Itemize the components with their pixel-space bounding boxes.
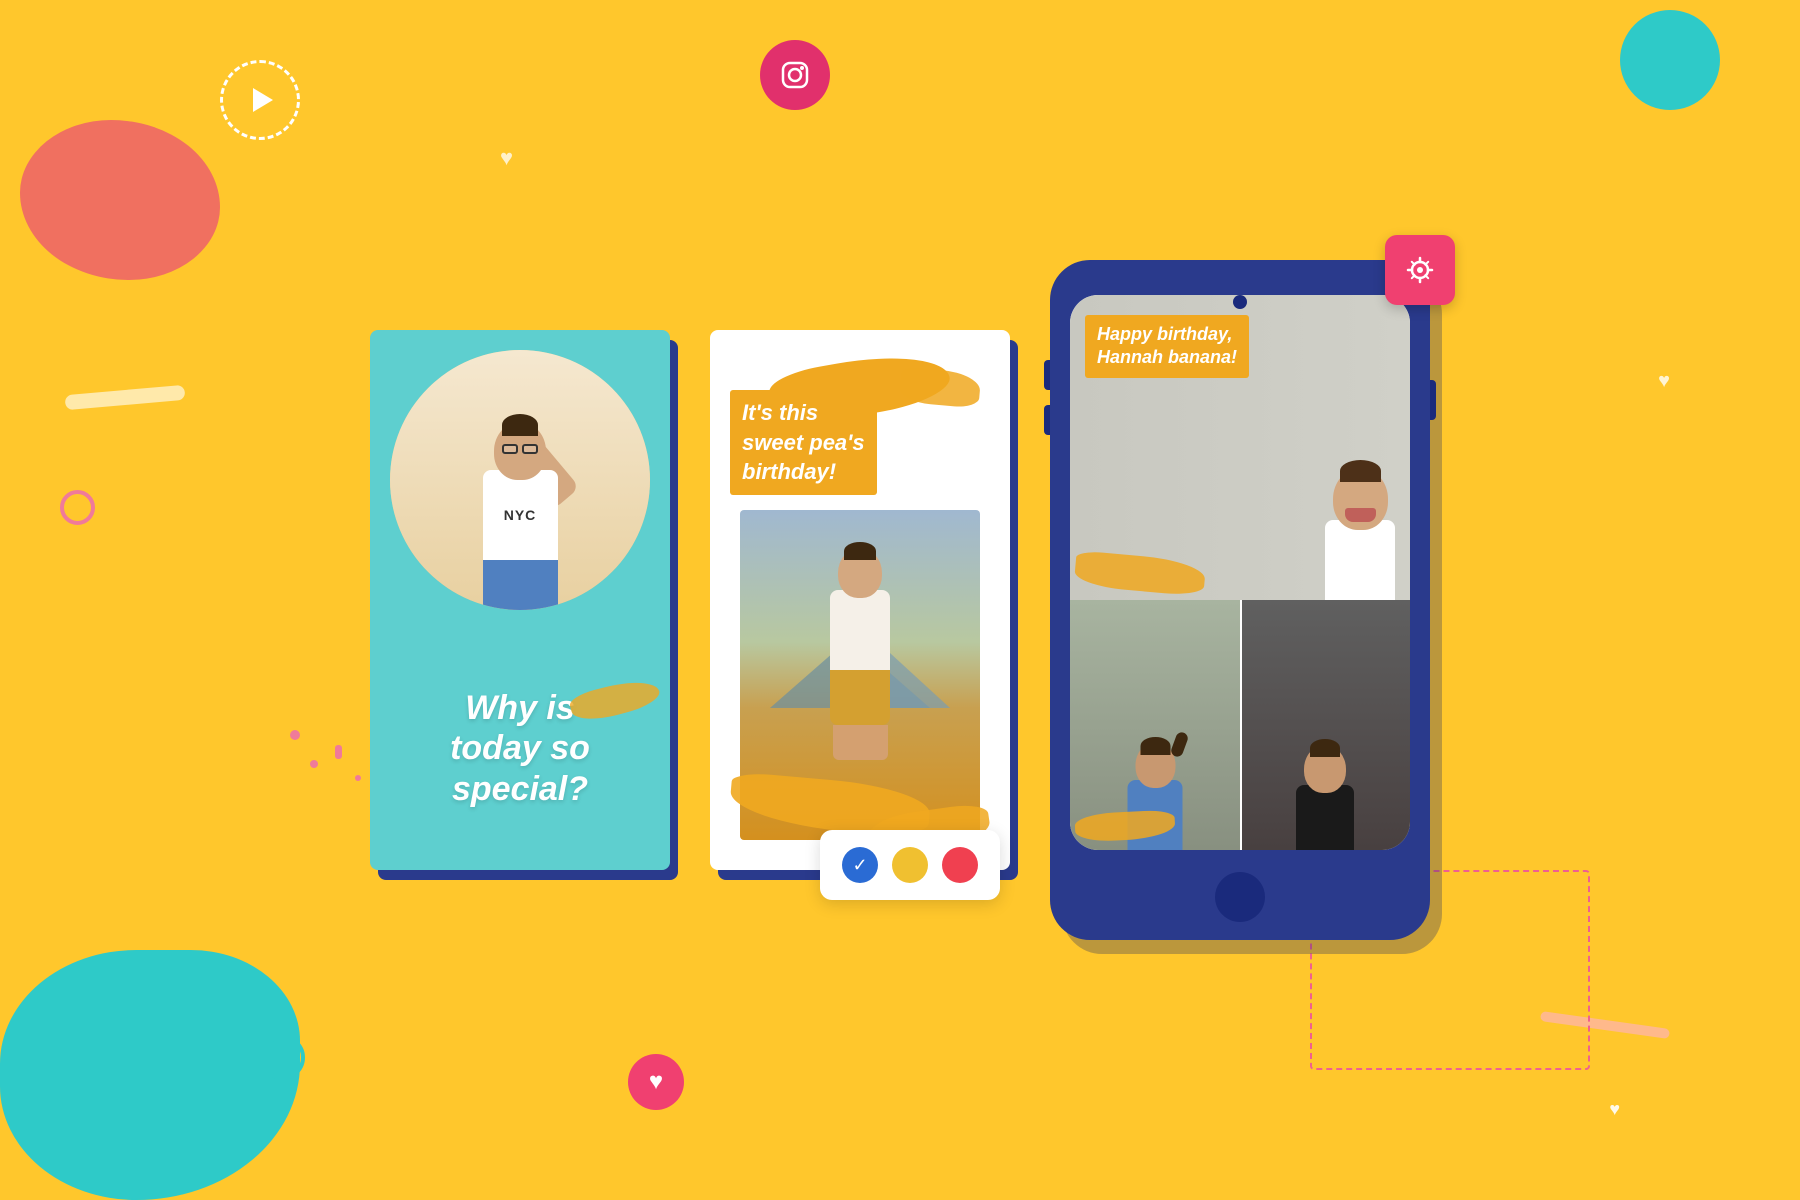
person-jeans <box>483 560 558 610</box>
card-2-person <box>830 548 890 760</box>
teal-blob-decoration <box>0 950 300 1200</box>
phone-br-head <box>1304 745 1346 793</box>
phone-content: Happy birthday, Hannah banana! <box>1070 295 1410 850</box>
card-2-text-line2: sweet pea's <box>742 428 865 458</box>
coral-blob-decoration <box>20 120 220 280</box>
instagram-icon <box>760 40 830 110</box>
settings-icon <box>1402 252 1438 288</box>
phone-bl-head <box>1135 742 1175 788</box>
color-check-button[interactable]: ✓ <box>842 847 878 883</box>
phone-person-shirt <box>1325 520 1395 600</box>
phone-power-button <box>1430 380 1436 420</box>
pink-wave-decoration <box>1540 1011 1670 1039</box>
check-icon: ✓ <box>852 855 867 876</box>
card-1-circle-photo: NYC <box>390 350 650 610</box>
phone-screen: Happy birthday, Hannah banana! <box>1070 295 1410 850</box>
card-1[interactable]: NYC Why istoday sospecial? <box>370 330 670 870</box>
phone-frame[interactable]: Happy birthday, Hannah banana! <box>1050 260 1430 940</box>
phone-person-mouth <box>1345 508 1376 522</box>
card2-person-top <box>830 590 890 670</box>
card2-hair <box>844 542 876 560</box>
color-picker[interactable]: ✓ <box>820 830 1000 900</box>
heart-decoration-top: ♥ <box>500 145 513 171</box>
confetti-4 <box>355 775 361 781</box>
heart-icon-small: ♥ <box>500 145 513 170</box>
play-circle-decoration <box>220 60 300 140</box>
color-dot-red[interactable] <box>942 847 978 883</box>
color-dot-yellow[interactable] <box>892 847 928 883</box>
card2-person-skirt <box>830 670 890 725</box>
card-2-text-line1: It's this <box>742 398 865 428</box>
phone-birthday-line2: Hannah banana! <box>1097 346 1237 369</box>
card-1-person: NYC <box>483 422 558 610</box>
confetti-3 <box>335 745 342 759</box>
card-1-text-content: Why istoday sospecial? <box>450 689 590 809</box>
photo-divider <box>1240 600 1242 850</box>
pink-ring-decoration <box>60 490 95 525</box>
card-2-text-box: It's this sweet pea's birthday! <box>730 390 877 495</box>
heart-badge: ♥ <box>628 1054 684 1110</box>
phone-photo-bottom-right <box>1240 600 1410 850</box>
teal-ring-decoration <box>260 1035 305 1080</box>
phone-br-body <box>1296 785 1354 850</box>
small-heart-1: ♥ <box>1658 370 1670 393</box>
notification-icon[interactable] <box>1385 235 1455 305</box>
phone-vol-down <box>1044 405 1050 435</box>
card-2-text-line3: birthday! <box>742 457 865 487</box>
phone-birthday-line1: Happy birthday, <box>1097 323 1237 346</box>
white-scribble-1 <box>65 385 186 410</box>
phone-vol-up <box>1044 360 1050 390</box>
small-heart-2: ♥ <box>1609 1099 1620 1120</box>
phone-person-br <box>1296 745 1354 850</box>
phone-camera <box>1233 295 1247 309</box>
nyc-text: NYC <box>504 507 537 523</box>
person-head <box>494 422 546 480</box>
phone-person-top <box>1325 468 1395 600</box>
person-shirt: NYC <box>483 470 558 560</box>
card-2[interactable]: It's this sweet pea's birthday! <box>710 330 1010 870</box>
phone-birthday-text-box: Happy birthday, Hannah banana! <box>1085 315 1249 378</box>
teal-circle-decoration <box>1620 10 1720 110</box>
phone-person-head <box>1333 468 1388 530</box>
card2-person-legs <box>833 725 888 760</box>
card2-person-head <box>838 548 882 598</box>
main-container: ♥ ♥ ♥ ♥ <box>0 0 1800 1200</box>
person-hair <box>502 414 538 436</box>
confetti-1 <box>290 730 300 740</box>
phone-bl-hair <box>1140 737 1170 755</box>
phone-person-hair <box>1340 460 1381 482</box>
phone-br-hair <box>1310 739 1340 757</box>
heart-badge-icon: ♥ <box>649 1068 663 1096</box>
phone-home-button <box>1215 872 1265 922</box>
person-glasses <box>502 444 538 454</box>
card-1-person-container: NYC <box>390 350 650 610</box>
confetti-2 <box>310 760 318 768</box>
